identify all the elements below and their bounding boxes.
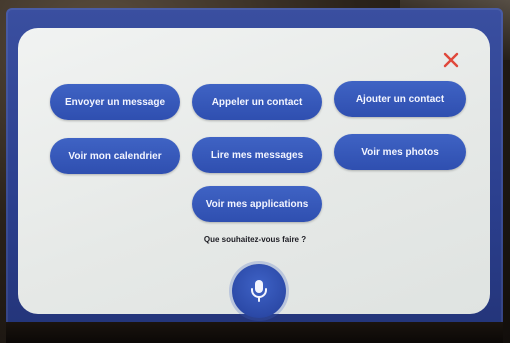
- photo-scene: Envoyer un message Appeler un contact Aj…: [0, 0, 510, 343]
- read-messages-button[interactable]: Lire mes messages: [192, 137, 322, 173]
- send-message-button[interactable]: Envoyer un message: [50, 84, 180, 120]
- microphone-button[interactable]: [232, 264, 286, 318]
- close-icon: [443, 52, 459, 68]
- call-contact-button[interactable]: Appeler un contact: [192, 84, 322, 120]
- view-apps-button[interactable]: Voir mes applications: [192, 186, 322, 222]
- prompt-text: Que souhaitez-vous faire ?: [203, 235, 307, 244]
- bezel-bottom: [6, 322, 503, 343]
- add-contact-button[interactable]: Ajouter un contact: [334, 81, 466, 117]
- microphone-icon: [251, 280, 267, 302]
- view-photos-button[interactable]: Voir mes photos: [334, 134, 466, 170]
- close-button[interactable]: [441, 50, 461, 70]
- view-calendar-button[interactable]: Voir mon calendrier: [50, 138, 180, 174]
